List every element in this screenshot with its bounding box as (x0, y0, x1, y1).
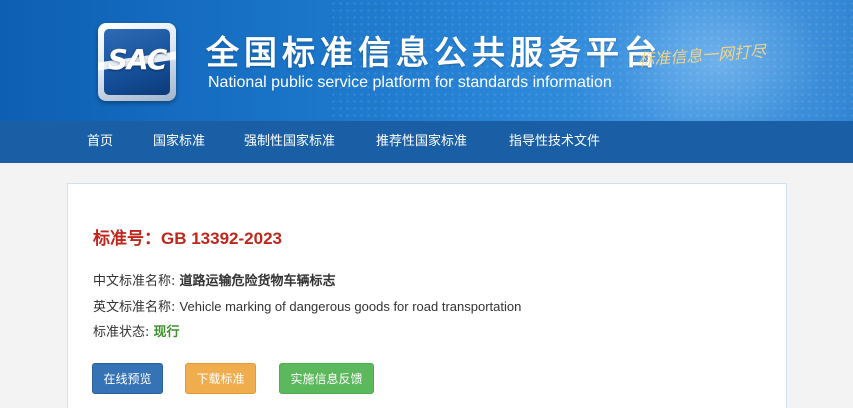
online-preview-button[interactable]: 在线预览 (92, 363, 163, 394)
nav-item-recommended-standards[interactable]: 推荐性国家标准 (376, 121, 467, 163)
standard-detail-card: 标准号：GB 13392-2023 中文标准名称: 道路运输危险货物车辆标志 英… (67, 183, 787, 408)
download-standard-button[interactable]: 下载标准 (185, 363, 256, 394)
header-banner: SAC 全国标准信息公共服务平台 National public service… (0, 0, 853, 121)
site-title: 全国标准信息公共服务平台 (206, 33, 662, 72)
sac-logo[interactable]: SAC (98, 23, 176, 101)
nav-item-guidance-documents[interactable]: 指导性技术文件 (509, 121, 600, 163)
en-name-row: 英文标准名称: Vehicle marking of dangerous goo… (93, 296, 521, 315)
status-label: 标准状态: (93, 325, 150, 340)
logo-text: SAC (107, 43, 168, 76)
nav-item-home[interactable]: 首页 (87, 121, 113, 163)
en-name-value: Vehicle marking of dangerous goods for r… (179, 299, 522, 314)
nav-item-national-standards[interactable]: 国家标准 (153, 121, 205, 163)
site-subtitle: National public service platform for sta… (208, 74, 612, 91)
main-nav: 首页 国家标准 强制性国家标准 推荐性国家标准 指导性技术文件 (0, 121, 853, 163)
standard-number-heading: 标准号：GB 13392-2023 (93, 224, 282, 249)
status-row: 标准状态: 现行 (93, 321, 180, 340)
implementation-feedback-button[interactable]: 实施信息反馈 (279, 363, 374, 394)
en-name-label: 英文标准名称: (93, 300, 176, 315)
nav-item-mandatory-standards[interactable]: 强制性国家标准 (244, 121, 335, 163)
cn-name-value: 道路运输危险货物车辆标志 (179, 274, 336, 289)
standard-number: GB 13392-2023 (161, 229, 282, 248)
status-value: 现行 (153, 325, 180, 340)
cn-name-label: 中文标准名称: (93, 274, 176, 289)
cn-name-row: 中文标准名称: 道路运输危险货物车辆标志 (93, 270, 336, 289)
standard-number-label: 标准号： (93, 229, 161, 249)
